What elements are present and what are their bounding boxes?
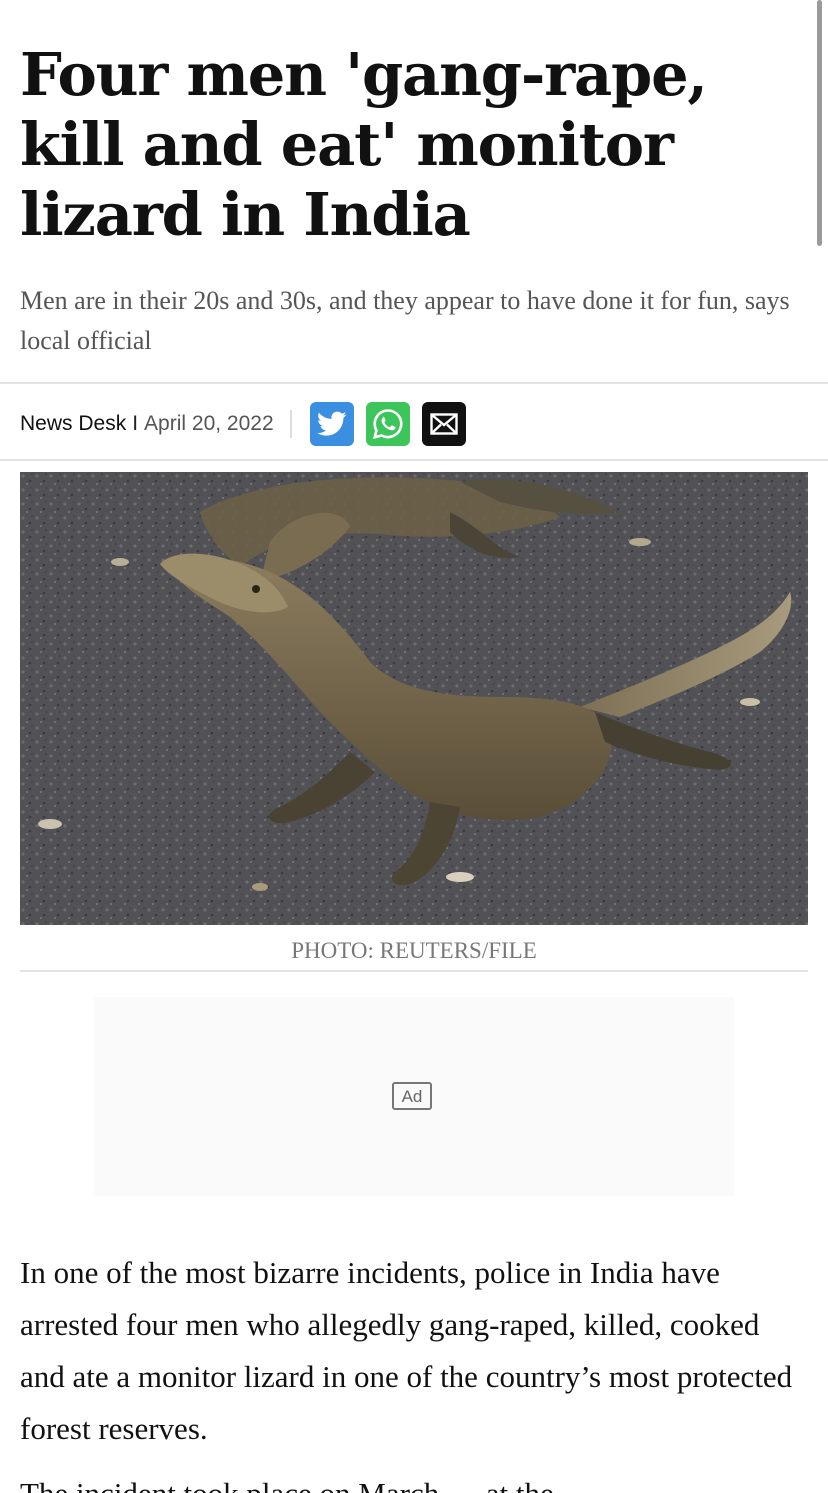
page-scrollbar[interactable] xyxy=(817,0,822,246)
monitor-lizard-photo xyxy=(20,472,808,925)
author-name[interactable]: News Desk xyxy=(20,412,126,436)
article-headline: Four men 'gang-rape, kill and eat' monit… xyxy=(20,40,708,249)
envelope-icon xyxy=(429,413,458,435)
article-paragraph: The incident took place on March … at th… xyxy=(20,1468,810,1493)
ad-label: Ad xyxy=(392,1082,432,1110)
share-twitter-button[interactable] xyxy=(309,402,354,446)
whatsapp-icon xyxy=(372,409,403,440)
byline-separator: I xyxy=(132,412,139,435)
article-paragraph: In one of the most bizarre incidents, po… xyxy=(20,1255,793,1446)
ad-slot[interactable]: Ad xyxy=(94,997,734,1196)
publish-date: April 20, 2022 xyxy=(144,412,274,435)
twitter-icon xyxy=(316,411,347,436)
divider xyxy=(0,382,828,384)
photo-caption: PHOTO: REUTERS/FILE xyxy=(291,938,537,963)
caption-divider xyxy=(20,970,808,972)
byline: News Desk I April 20, 2022 xyxy=(20,401,478,447)
byline-divider xyxy=(289,410,292,438)
share-email-button[interactable] xyxy=(421,402,466,446)
lizard-illustration xyxy=(20,472,808,925)
article-subheadline: Men are in their 20s and 30s, and they a… xyxy=(20,286,790,355)
divider xyxy=(0,459,828,461)
share-whatsapp-button[interactable] xyxy=(365,402,410,446)
